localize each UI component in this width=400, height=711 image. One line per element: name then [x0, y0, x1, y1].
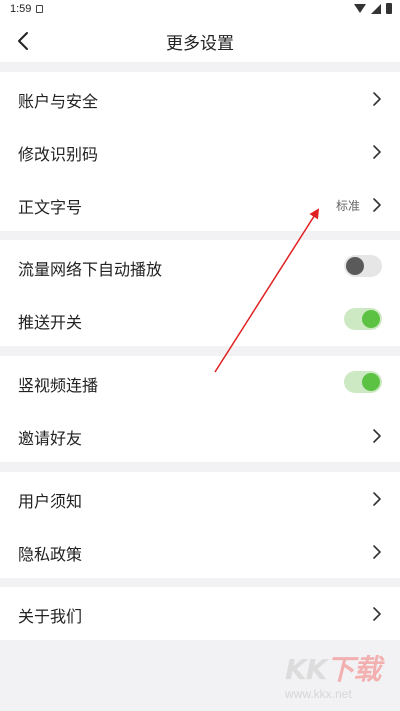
battery-icon — [386, 3, 392, 14]
chevron-right-icon — [373, 198, 381, 212]
signal-icon — [371, 3, 381, 14]
row-font-size[interactable]: 正文字号 标准 — [0, 178, 400, 231]
chevron-right-icon — [373, 607, 381, 621]
status-icons — [354, 3, 392, 14]
notification-icon — [36, 5, 43, 13]
row-account-security[interactable]: 账户与安全 — [0, 72, 400, 125]
toggle-knob — [362, 373, 380, 391]
row-autoplay-cellular: 流量网络下自动播放 — [0, 240, 400, 293]
header: 更多设置 — [0, 20, 400, 62]
status-bar: 1:59 — [0, 0, 400, 20]
wifi-icon — [354, 4, 366, 13]
watermark-url: www.kkx.net — [285, 687, 352, 701]
settings-group-about: 关于我们 — [0, 587, 400, 640]
chevron-right-icon — [373, 145, 381, 159]
autoplay-cellular-toggle[interactable] — [344, 255, 382, 277]
row-privacy-policy[interactable]: 隐私政策 — [0, 525, 400, 578]
push-toggle[interactable] — [344, 308, 382, 330]
watermark-logo: KK下载 — [285, 653, 381, 686]
chevron-right-icon — [373, 92, 381, 106]
row-label: 关于我们 — [18, 607, 83, 626]
settings-group-playback: 流量网络下自动播放 推送开关 — [0, 240, 400, 346]
page-title: 更多设置 — [166, 34, 234, 54]
row-user-notice[interactable]: 用户须知 — [0, 472, 400, 525]
vertical-video-toggle[interactable] — [344, 371, 382, 393]
row-label: 邀请好友 — [18, 429, 83, 448]
row-label: 修改识别码 — [18, 145, 99, 164]
row-label: 推送开关 — [18, 313, 83, 332]
row-push-switch: 推送开关 — [0, 293, 400, 346]
chevron-right-icon — [373, 429, 381, 443]
row-about-us[interactable]: 关于我们 — [0, 587, 400, 640]
settings-group-legal: 用户须知 隐私政策 — [0, 472, 400, 578]
font-size-value: 标准 — [335, 199, 360, 213]
row-change-id-code[interactable]: 修改识别码 — [0, 125, 400, 178]
settings-group-account: 账户与安全 修改识别码 正文字号 标准 — [0, 72, 400, 231]
settings-group-video: 竖视频连播 邀请好友 — [0, 356, 400, 462]
status-time: 1:59 — [10, 3, 32, 15]
row-label: 用户须知 — [18, 492, 83, 511]
row-label: 流量网络下自动播放 — [18, 260, 163, 279]
row-label: 正文字号 — [18, 198, 83, 217]
chevron-right-icon — [373, 545, 381, 559]
chevron-right-icon — [373, 492, 381, 506]
row-label: 账户与安全 — [18, 92, 99, 111]
toggle-knob — [362, 310, 380, 328]
row-vertical-video-autoplay: 竖视频连播 — [0, 356, 400, 409]
watermark: KK下载 www.kkx.net — [285, 655, 395, 707]
row-label: 竖视频连播 — [18, 376, 99, 395]
toggle-knob — [346, 257, 364, 275]
row-label: 隐私政策 — [18, 545, 83, 564]
row-invite-friends[interactable]: 邀请好友 — [0, 409, 400, 462]
